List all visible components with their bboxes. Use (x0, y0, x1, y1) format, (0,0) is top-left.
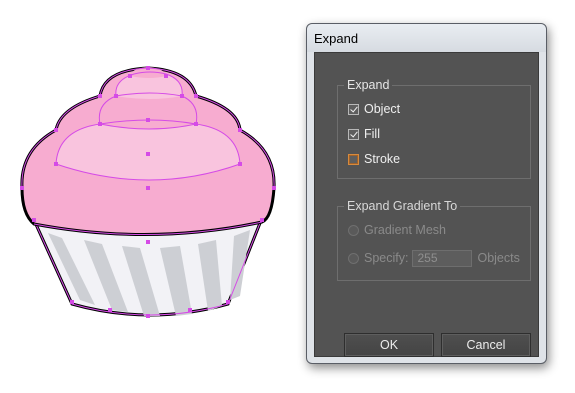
specify-label: Specify: (364, 251, 409, 265)
stroke-option[interactable]: Stroke (348, 150, 400, 168)
expand-dialog: Expand Expand Object Fill Stroke Expand … (306, 23, 547, 364)
ok-button[interactable]: OK (344, 333, 434, 357)
specify-value-input[interactable] (412, 249, 473, 267)
fill-checkbox[interactable] (348, 128, 359, 140)
object-checkbox[interactable] (348, 103, 359, 115)
specify-option[interactable]: Specify: Objects (348, 249, 520, 267)
gradient-group-title: Expand Gradient To (344, 199, 461, 213)
fill-option[interactable]: Fill (348, 125, 380, 143)
dialog-titlebar[interactable]: Expand (307, 24, 546, 52)
stroke-label: Stroke (364, 152, 401, 166)
object-option[interactable]: Object (348, 100, 400, 118)
gradient-mesh-label: Gradient Mesh (364, 223, 446, 237)
stroke-checkbox[interactable] (348, 153, 359, 165)
fill-label: Fill (364, 127, 380, 141)
object-label: Object (364, 102, 401, 116)
dialog-panel: Expand Object Fill Stroke Expand Gradien… (314, 52, 539, 357)
dialog-title: Expand (314, 31, 359, 46)
specify-radio[interactable] (348, 252, 359, 264)
cancel-button[interactable]: Cancel (441, 333, 531, 357)
expand-group-title: Expand (344, 78, 393, 92)
expand-group: Expand Object Fill Stroke (337, 78, 531, 179)
gradient-mesh-option[interactable]: Gradient Mesh (348, 221, 446, 239)
gradient-group: Expand Gradient To Gradient Mesh Specify… (337, 199, 531, 281)
gradient-mesh-radio[interactable] (348, 224, 359, 236)
cupcake-artwork (20, 66, 276, 318)
objects-label: Objects (477, 251, 520, 265)
